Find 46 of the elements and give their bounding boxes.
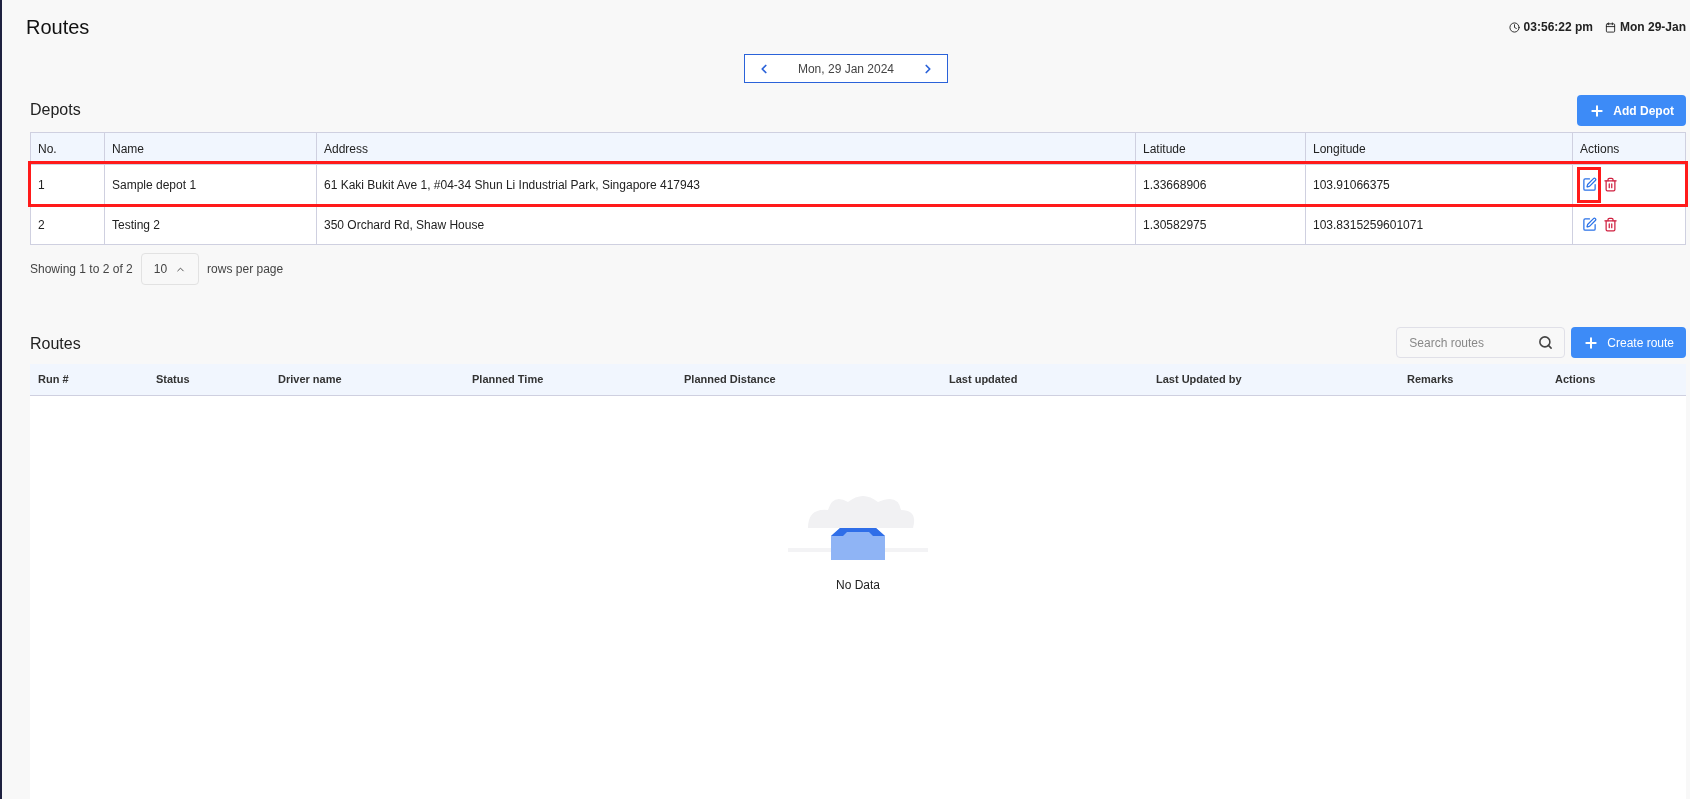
column-header: Last updated	[949, 372, 1018, 388]
edit-icon	[1581, 217, 1597, 232]
column-header: Status	[156, 372, 190, 388]
column-header: Run #	[38, 372, 69, 388]
create-route-button[interactable]: Create route	[1571, 327, 1686, 358]
delete-icon[interactable]	[1603, 217, 1618, 232]
current-time: 03:56:22 pm	[1523, 19, 1593, 36]
current-date: Mon 29-Jan	[1620, 19, 1686, 36]
column-header: Planned Distance	[684, 372, 776, 388]
column-header: Driver name	[278, 372, 342, 388]
table-cell: 1.33668906	[1136, 165, 1306, 204]
search-field[interactable]: Search routes	[1396, 327, 1566, 358]
section-title: Routes	[30, 334, 81, 354]
table-cell: 1.30582975	[1136, 205, 1306, 244]
table-cell: 2	[31, 205, 105, 244]
column-header: Name	[105, 133, 317, 164]
page-size-select[interactable]: 10	[140, 253, 200, 285]
empty-state-text: No Data	[836, 577, 880, 594]
pagination-summary: Showing 1 to 2 of 2	[30, 261, 133, 278]
date-label: Mon, 29 Jan 2024	[797, 60, 895, 78]
calendar-icon	[1605, 21, 1616, 33]
column-header: Remarks	[1407, 372, 1454, 388]
pagination-suffix: rows per page	[207, 261, 284, 278]
column-header: Actions	[1555, 372, 1596, 388]
edit-button[interactable]	[1577, 166, 1601, 203]
table-cell: Sample depot 1	[105, 165, 317, 204]
table-cell: 1	[31, 165, 105, 204]
search-icon[interactable]	[1538, 335, 1554, 350]
column-header: Latitude	[1136, 133, 1306, 164]
column-header: Actions	[1579, 140, 1621, 158]
column-header: No.	[31, 133, 105, 164]
table-cell: 350 Orchard Rd, Shaw House	[317, 205, 1136, 244]
column-header: Planned Time	[472, 372, 544, 388]
table-cell: Testing 2	[105, 205, 317, 244]
delete-icon[interactable]	[1603, 177, 1618, 192]
clock-icon	[1508, 21, 1520, 33]
table-cell: 103.8315259601071	[1306, 205, 1573, 244]
column-header: Address	[317, 133, 1136, 164]
page-title: Routes	[26, 15, 90, 40]
column-header: Longitude	[1306, 133, 1573, 164]
edit-icon	[1581, 177, 1597, 192]
add-depot-button[interactable]: Add Depot	[1577, 95, 1686, 126]
column-header: Last Updated by	[1156, 372, 1242, 388]
section-title: Depots	[30, 100, 81, 120]
table-cell: 61 Kaki Bukit Ave 1, #04-34 Shun Li Industrial Park, Singapore 417943	[317, 165, 1136, 204]
table-cell: 103.91066375	[1306, 165, 1573, 204]
